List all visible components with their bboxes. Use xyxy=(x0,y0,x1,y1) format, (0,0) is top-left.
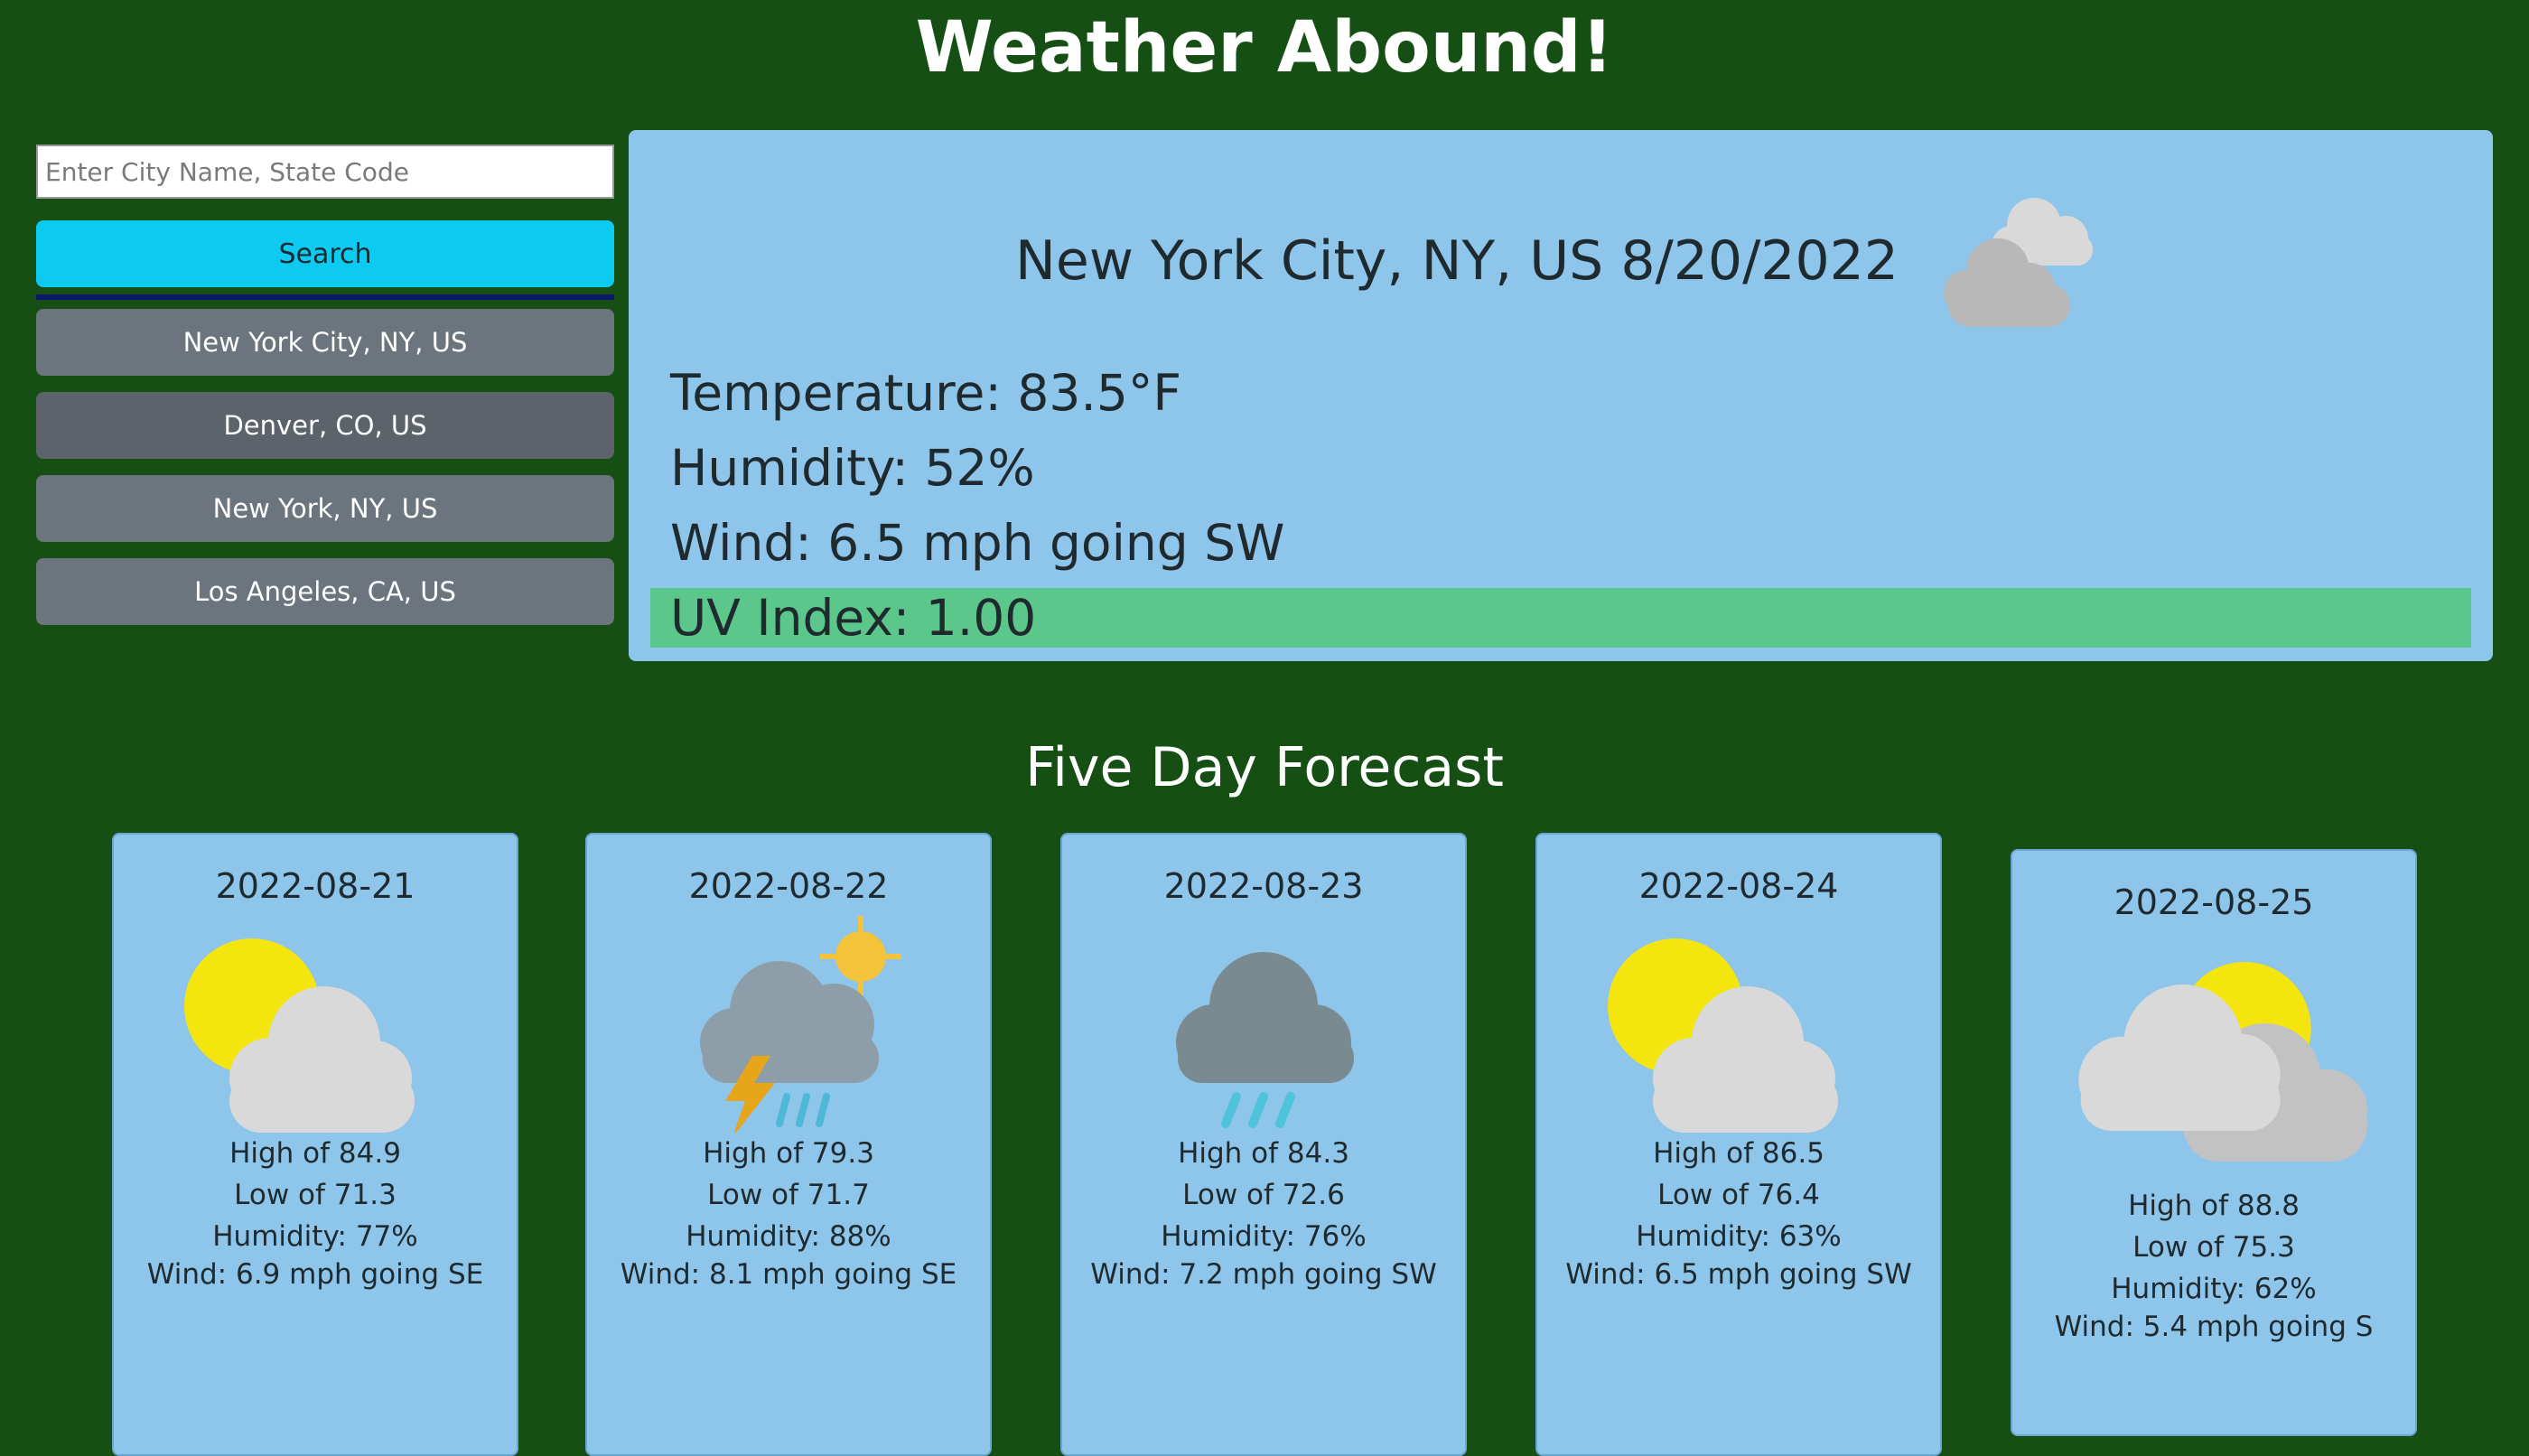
city-search-input[interactable] xyxy=(36,145,614,199)
forecast-humidity: Humidity: 77% xyxy=(212,1220,418,1253)
forecast-wind: Wind: 8.1 mph going SE xyxy=(620,1258,957,1291)
history-button-los-angeles[interactable]: Los Angeles, CA, US xyxy=(36,558,614,625)
forecast-low: Low of 71.3 xyxy=(234,1179,397,1211)
forecast-card-day-3: 2022-08-23 High of 84.3 Low of 72.6 Humi… xyxy=(1060,833,1467,1456)
forecast-date: 2022-08-23 xyxy=(1163,866,1364,906)
forecast-high: High of 84.9 xyxy=(229,1137,401,1170)
current-wind: Wind: 6.5 mph going SW xyxy=(670,514,1285,572)
forecast-humidity: Humidity: 76% xyxy=(1161,1220,1367,1253)
current-city-date: New York City, NY, US 8/20/2022 xyxy=(1015,229,1899,293)
history-button-new-york-city[interactable]: New York City, NY, US xyxy=(36,309,614,376)
forecast-low: Low of 76.4 xyxy=(1657,1179,1820,1211)
forecast-date: 2022-08-25 xyxy=(2114,882,2314,922)
forecast-low: Low of 71.7 xyxy=(707,1179,870,1211)
forecast-wind: Wind: 5.4 mph going S xyxy=(2054,1311,2374,1343)
history-button-new-york[interactable]: New York, NY, US xyxy=(36,475,614,542)
forecast-high: High of 79.3 xyxy=(703,1137,874,1170)
current-temperature: Temperature: 83.5°F xyxy=(670,364,1182,422)
forecast-date: 2022-08-22 xyxy=(688,866,889,906)
forecast-wind: Wind: 6.5 mph going SW xyxy=(1565,1258,1912,1291)
partly-cloudy-icon xyxy=(1608,938,1838,1133)
sidebar: Search New York City, NY, US Denver, CO,… xyxy=(36,145,614,641)
forecast-high: High of 86.5 xyxy=(1653,1137,1824,1170)
forecast-humidity: Humidity: 62% xyxy=(2111,1273,2317,1305)
forecast-wind: Wind: 7.2 mph going SW xyxy=(1090,1258,1437,1291)
forecast-wind: Wind: 6.9 mph going SE xyxy=(146,1258,484,1291)
current-weather-stats: Temperature: 83.5°F Humidity: 52% Wind: … xyxy=(650,356,2471,648)
forecast-humidity: Humidity: 63% xyxy=(1636,1220,1842,1253)
search-button[interactable]: Search xyxy=(36,220,614,287)
clouds-sun-icon xyxy=(2078,962,2367,1162)
current-weather-heading: New York City, NY, US 8/20/2022 xyxy=(629,184,2493,338)
thunderstorm-sun-icon xyxy=(700,916,901,1133)
partly-cloudy-icon xyxy=(184,938,415,1133)
current-weather-panel: New York City, NY, US 8/20/2022 Temperat… xyxy=(629,130,2493,661)
forecast-card-day-5: 2022-08-25 High of 88.8 Low of 75.3 Humi… xyxy=(2011,849,2417,1436)
cloudy-icon xyxy=(1943,198,2093,327)
forecast-date: 2022-08-24 xyxy=(1638,866,1839,906)
search-history-list: New York City, NY, US Denver, CO, US New… xyxy=(36,309,614,625)
forecast-card-day-1: 2022-08-21 High of 84.9 Low of 71.3 Humi… xyxy=(112,833,518,1456)
current-uv-index: UV Index: 1.00 xyxy=(650,588,2471,648)
forecast-title: Five Day Forecast xyxy=(1025,736,1504,799)
forecast-high: High of 88.8 xyxy=(2128,1190,2300,1222)
forecast-date: 2022-08-21 xyxy=(215,866,415,906)
forecast-humidity: Humidity: 88% xyxy=(686,1220,891,1253)
forecast-card-day-2: 2022-08-22 High of 79.3 Low of 71.7 Humi… xyxy=(585,833,992,1456)
forecast-low: Low of 72.6 xyxy=(1182,1179,1345,1211)
forecast-low: Low of 75.3 xyxy=(2132,1231,2295,1264)
rain-icon xyxy=(1176,952,1354,1128)
sidebar-divider xyxy=(36,294,614,300)
forecast-card-day-4: 2022-08-24 High of 86.5 Low of 76.4 Humi… xyxy=(1535,833,1942,1456)
current-humidity: Humidity: 52% xyxy=(670,439,1035,497)
forecast-high: High of 84.3 xyxy=(1178,1137,1349,1170)
history-button-denver[interactable]: Denver, CO, US xyxy=(36,392,614,459)
app-title: Weather Abound! xyxy=(915,7,1614,89)
